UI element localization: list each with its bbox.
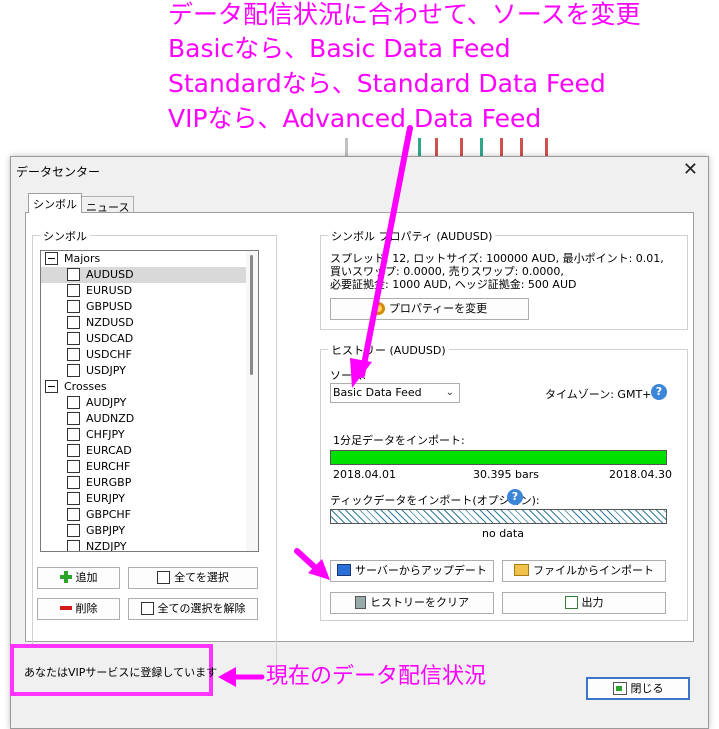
source-arrow-line bbox=[359, 125, 413, 378]
status-callout: 現在のデータ配信状況 bbox=[266, 664, 487, 689]
source-arrow-head bbox=[350, 358, 372, 388]
status-arrow-head bbox=[218, 667, 236, 687]
tab-symbols[interactable]: シンボル bbox=[28, 193, 82, 213]
annotation-arrows bbox=[218, 125, 413, 687]
